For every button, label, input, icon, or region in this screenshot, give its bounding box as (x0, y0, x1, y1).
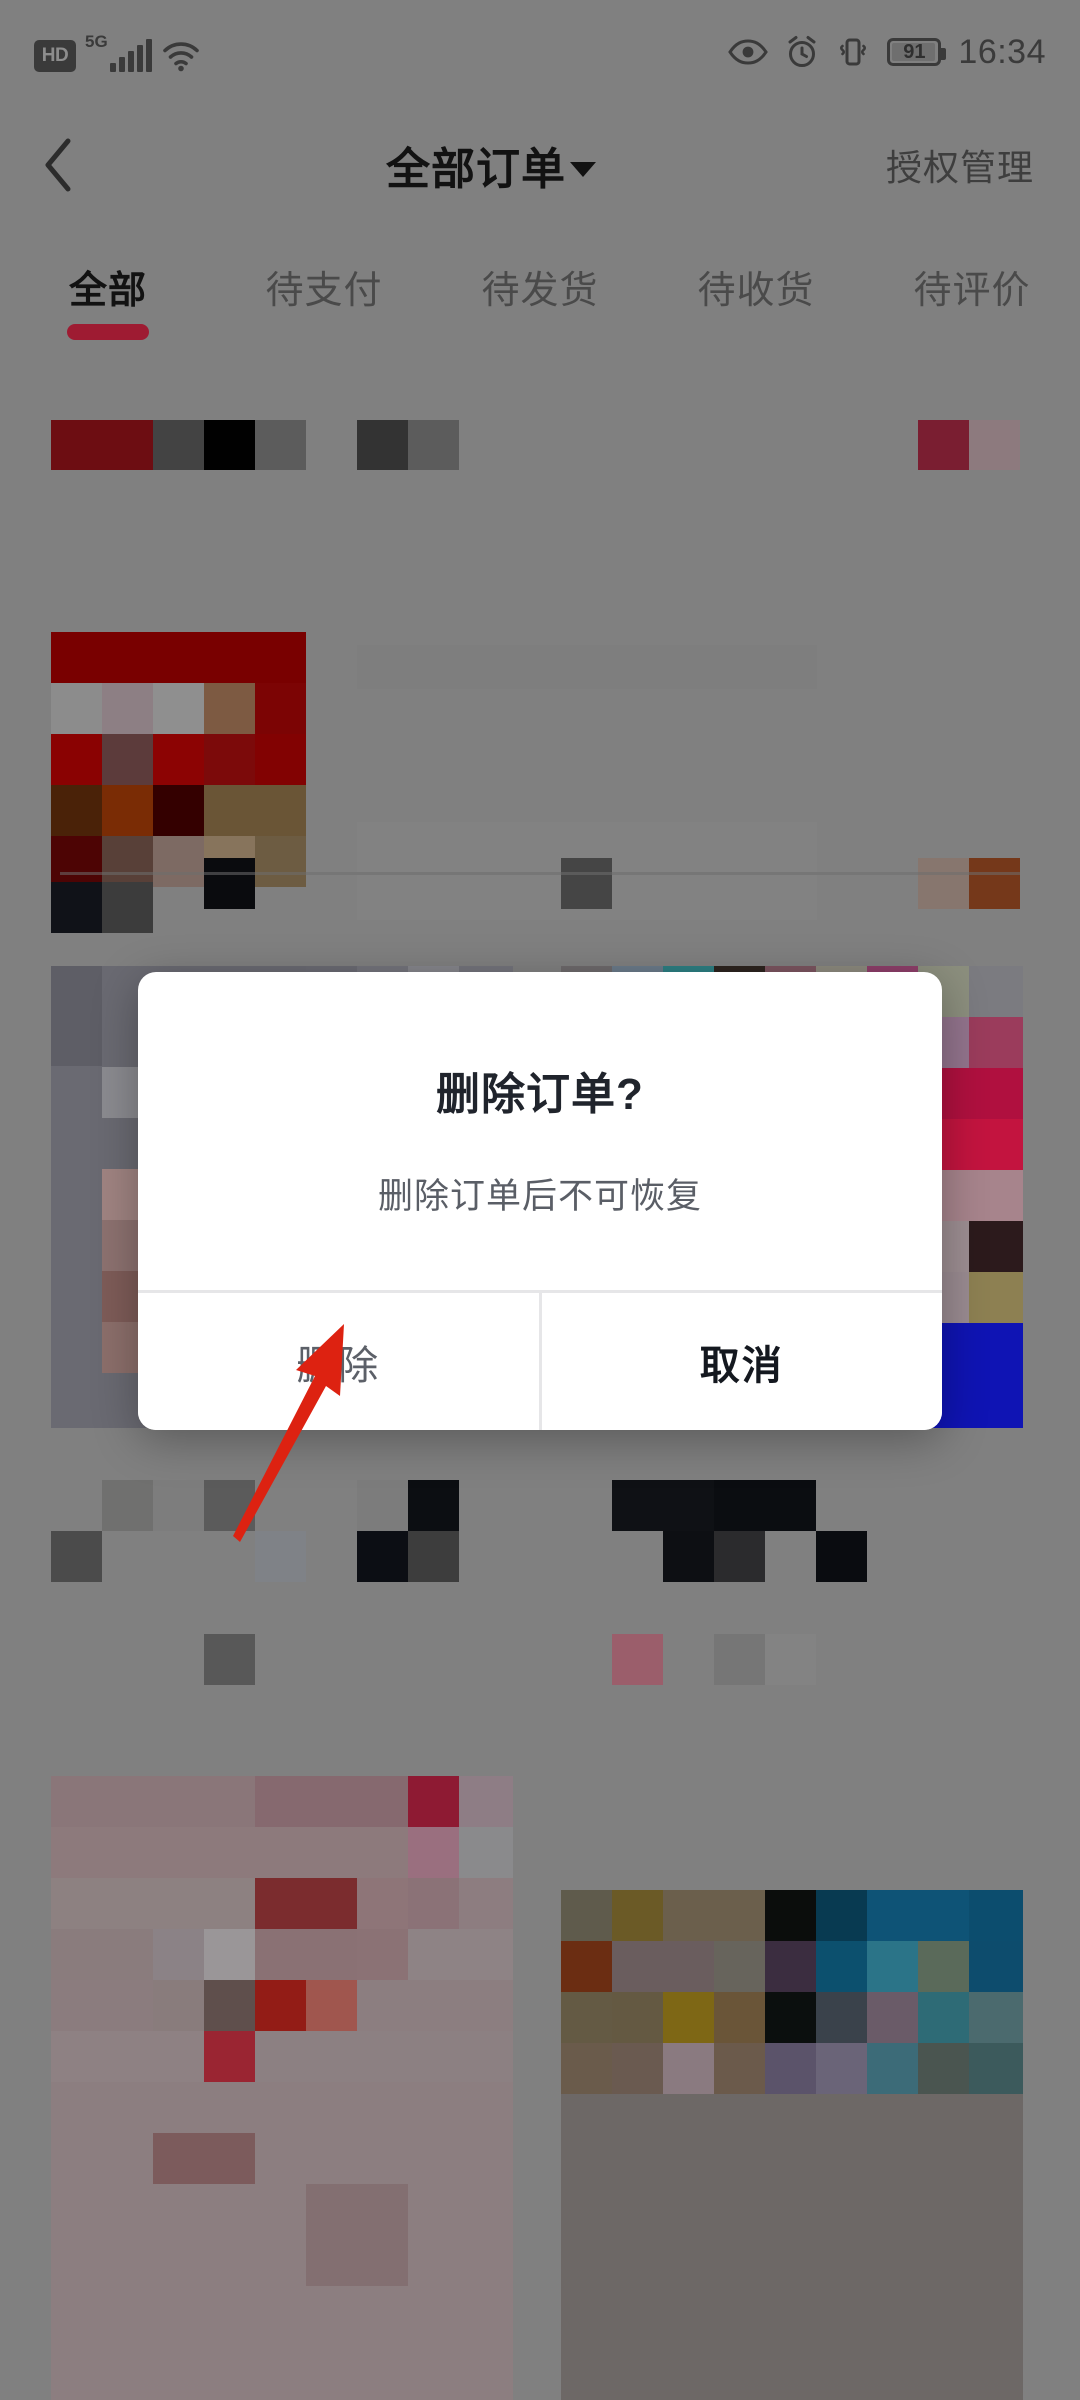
dialog-title: 删除订单? (436, 1069, 644, 1119)
dialog-actions: 删除 取消 (138, 1290, 942, 1430)
dialog-message: 删除订单后不可恢复 (377, 1176, 702, 1216)
battery-level-label: 91 (903, 41, 926, 63)
cancel-button[interactable]: 取消 (538, 1293, 942, 1430)
delete-button[interactable]: 删除 (138, 1293, 539, 1430)
phone-screen: HD 5G 91 16:34 全部订单 授权管理 全部 待支付 待发货 待收货 … (0, 0, 1080, 2400)
delete-order-dialog: 删除订单? 删除订单后不可恢复 删除 取消 (138, 972, 942, 1430)
dialog-body: 删除订单? 删除订单后不可恢复 (138, 972, 942, 1290)
